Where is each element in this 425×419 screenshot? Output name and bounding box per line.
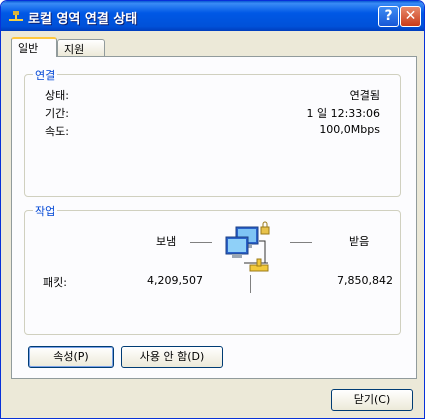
- status-value: 연결됨: [349, 89, 380, 102]
- tab-general[interactable]: 일반: [11, 37, 57, 57]
- network-connection-icon: [9, 11, 23, 21]
- sent-line: [190, 242, 212, 243]
- sent-packets-value: 4,209,507: [147, 274, 203, 287]
- speed-label: 속도:: [45, 125, 69, 138]
- disable-button[interactable]: 사용 안 함(D): [121, 346, 223, 368]
- speed-value: 100,0Mbps: [319, 123, 380, 136]
- duration-label: 기간:: [45, 107, 69, 120]
- received-label: 받음: [349, 235, 370, 248]
- status-window: 로컬 영역 연결 상태 ? ✕ 일반 지원 연결 상태: 연결됨 기간: 1 일…: [0, 0, 425, 419]
- activity-group: 작업 보냄 받음 패킷: 4,209,507 7,850,842: [24, 203, 401, 335]
- window-title: 로컬 영역 연결 상태: [28, 12, 138, 27]
- status-label: 상태:: [45, 89, 69, 102]
- connection-group: 연결 상태: 연결됨 기간: 1 일 12:33:06 속도: 100,0Mbp…: [24, 67, 401, 197]
- duration-value: 1 일 12:33:06: [306, 107, 380, 120]
- tab-support[interactable]: 지원: [57, 39, 105, 56]
- tab-panel: 연결 상태: 연결됨 기간: 1 일 12:33:06 속도: 100,0Mbp…: [11, 56, 417, 379]
- packets-label: 패킷:: [43, 276, 67, 289]
- activity-group-label: 작업: [33, 203, 58, 219]
- received-line: [290, 242, 312, 243]
- tab-support-label: 지원: [64, 43, 85, 56]
- packet-divider: [250, 275, 251, 293]
- received-packets-value: 7,850,842: [337, 274, 393, 287]
- help-button[interactable]: ?: [378, 6, 399, 27]
- sent-label: 보냄: [156, 235, 177, 248]
- properties-button[interactable]: 속성(P): [28, 346, 114, 368]
- connection-group-label: 연결: [33, 67, 58, 83]
- title-bar[interactable]: 로컬 영역 연결 상태 ? ✕: [1, 1, 424, 31]
- close-window-button[interactable]: ✕: [400, 6, 421, 27]
- network-activity-icon: [225, 221, 270, 272]
- close-button[interactable]: 닫기(C): [331, 389, 413, 411]
- tab-general-label: 일반: [18, 42, 39, 55]
